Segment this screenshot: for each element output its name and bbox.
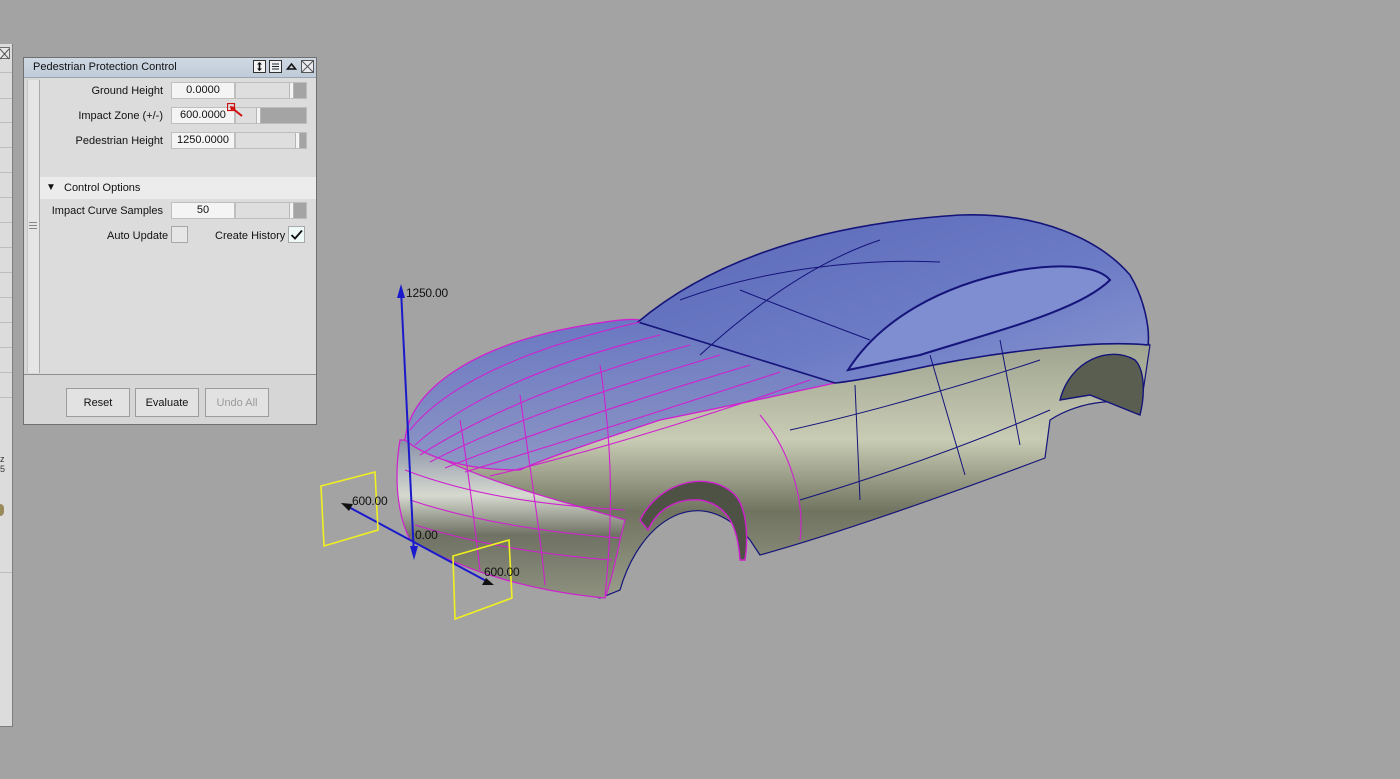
- 3d-viewport[interactable]: 1250.00 0.00 600.00 600.00: [320, 0, 1400, 779]
- zone-left-dimension-label: 600.00: [352, 494, 388, 508]
- left-panel-icon: [0, 504, 4, 516]
- pedestrian-protection-dialog: Pedestrian Protection Control Ground Hei…: [23, 57, 317, 425]
- slider-thumb[interactable]: [289, 83, 294, 98]
- left-panel-text-fragment: z: [0, 454, 5, 464]
- create-history-checkbox[interactable]: [288, 226, 305, 243]
- pedestrian-height-input[interactable]: 1250.0000: [171, 132, 235, 149]
- left-panel-row: [0, 572, 12, 573]
- zone-right-dimension-label: 600.00: [484, 565, 520, 579]
- dialog-titlebar[interactable]: Pedestrian Protection Control: [24, 58, 316, 78]
- left-panel-row: [0, 372, 12, 373]
- mouse-cursor-icon: [226, 102, 247, 124]
- resize-vertical-icon[interactable]: [253, 60, 266, 73]
- section-label: Control Options: [64, 182, 141, 194]
- field-label: Ground Height: [91, 85, 163, 97]
- left-panel-row: [0, 397, 12, 398]
- left-side-panel: z 5: [0, 44, 13, 727]
- slider-fill: [236, 203, 289, 218]
- left-panel-row: [0, 272, 12, 273]
- impact-curve-samples-input[interactable]: 50: [171, 202, 235, 219]
- grip-icon: [29, 222, 37, 231]
- car-model-render: [320, 214, 1151, 621]
- evaluate-button[interactable]: Evaluate: [135, 388, 199, 417]
- left-panel-row: [0, 247, 12, 248]
- options-list-icon[interactable]: [269, 60, 282, 73]
- impact-zone-input[interactable]: 600.0000: [171, 107, 235, 124]
- ground-height-slider[interactable]: [235, 82, 307, 99]
- left-panel-row: [0, 347, 12, 348]
- left-panel-row: [0, 222, 12, 223]
- left-panel-row: [0, 172, 12, 173]
- auto-update-label: Auto Update: [107, 230, 169, 242]
- left-panel-row: [0, 98, 12, 99]
- field-label: Impact Curve Samples: [51, 205, 163, 217]
- slider-thumb[interactable]: [295, 133, 300, 148]
- height-dimension-label: 1250.00: [406, 286, 448, 300]
- checkmark-icon: [290, 229, 303, 240]
- origin-dimension-label: 0.00: [415, 528, 438, 542]
- reset-button[interactable]: Reset: [66, 388, 130, 417]
- left-panel-text-fragment: 5: [0, 464, 6, 474]
- auto-update-checkbox[interactable]: [171, 226, 188, 243]
- dialog-title: Pedestrian Protection Control: [33, 61, 177, 73]
- pedestrian-height-slider[interactable]: [235, 132, 307, 149]
- left-panel-row: [0, 147, 12, 148]
- dialog-footer: Reset Evaluate Undo All: [24, 375, 316, 424]
- left-panel-close-icon[interactable]: [0, 47, 10, 60]
- expand-triangle-icon: ▼: [46, 182, 56, 193]
- slider-thumb[interactable]: [289, 203, 294, 218]
- left-panel-row: [0, 322, 12, 323]
- field-ground-height: Ground Height 0.0000: [40, 80, 316, 102]
- create-history-label: Create History: [215, 230, 286, 242]
- field-impact-curve-samples: Impact Curve Samples 50: [40, 200, 316, 222]
- dock-grip-handle[interactable]: [27, 80, 40, 373]
- impact-curve-samples-slider[interactable]: [235, 202, 307, 219]
- field-impact-zone: Impact Zone (+/-) 600.0000: [40, 105, 316, 127]
- close-icon[interactable]: [301, 60, 314, 73]
- collapse-up-icon[interactable]: [285, 60, 298, 73]
- undo-all-button[interactable]: Undo All: [205, 388, 269, 417]
- left-panel-row: [0, 122, 12, 123]
- field-label: Pedestrian Height: [75, 135, 163, 147]
- slider-thumb[interactable]: [256, 108, 261, 123]
- field-pedestrian-height: Pedestrian Height 1250.0000: [40, 130, 316, 152]
- left-panel-row: [0, 197, 12, 198]
- dialog-content: Ground Height 0.0000 Impact Zone (+/-) 6…: [40, 78, 316, 374]
- checkbox-row: Auto Update Create History: [40, 224, 316, 246]
- control-options-section-header[interactable]: ▼ Control Options: [40, 177, 316, 199]
- field-label: Impact Zone (+/-): [78, 110, 163, 122]
- slider-fill: [236, 133, 295, 148]
- ground-height-input[interactable]: 0.0000: [171, 82, 235, 99]
- left-panel-row: [0, 72, 12, 73]
- left-panel-row: [0, 297, 12, 298]
- dialog-body: Ground Height 0.0000 Impact Zone (+/-) 6…: [24, 78, 316, 375]
- slider-fill: [236, 83, 289, 98]
